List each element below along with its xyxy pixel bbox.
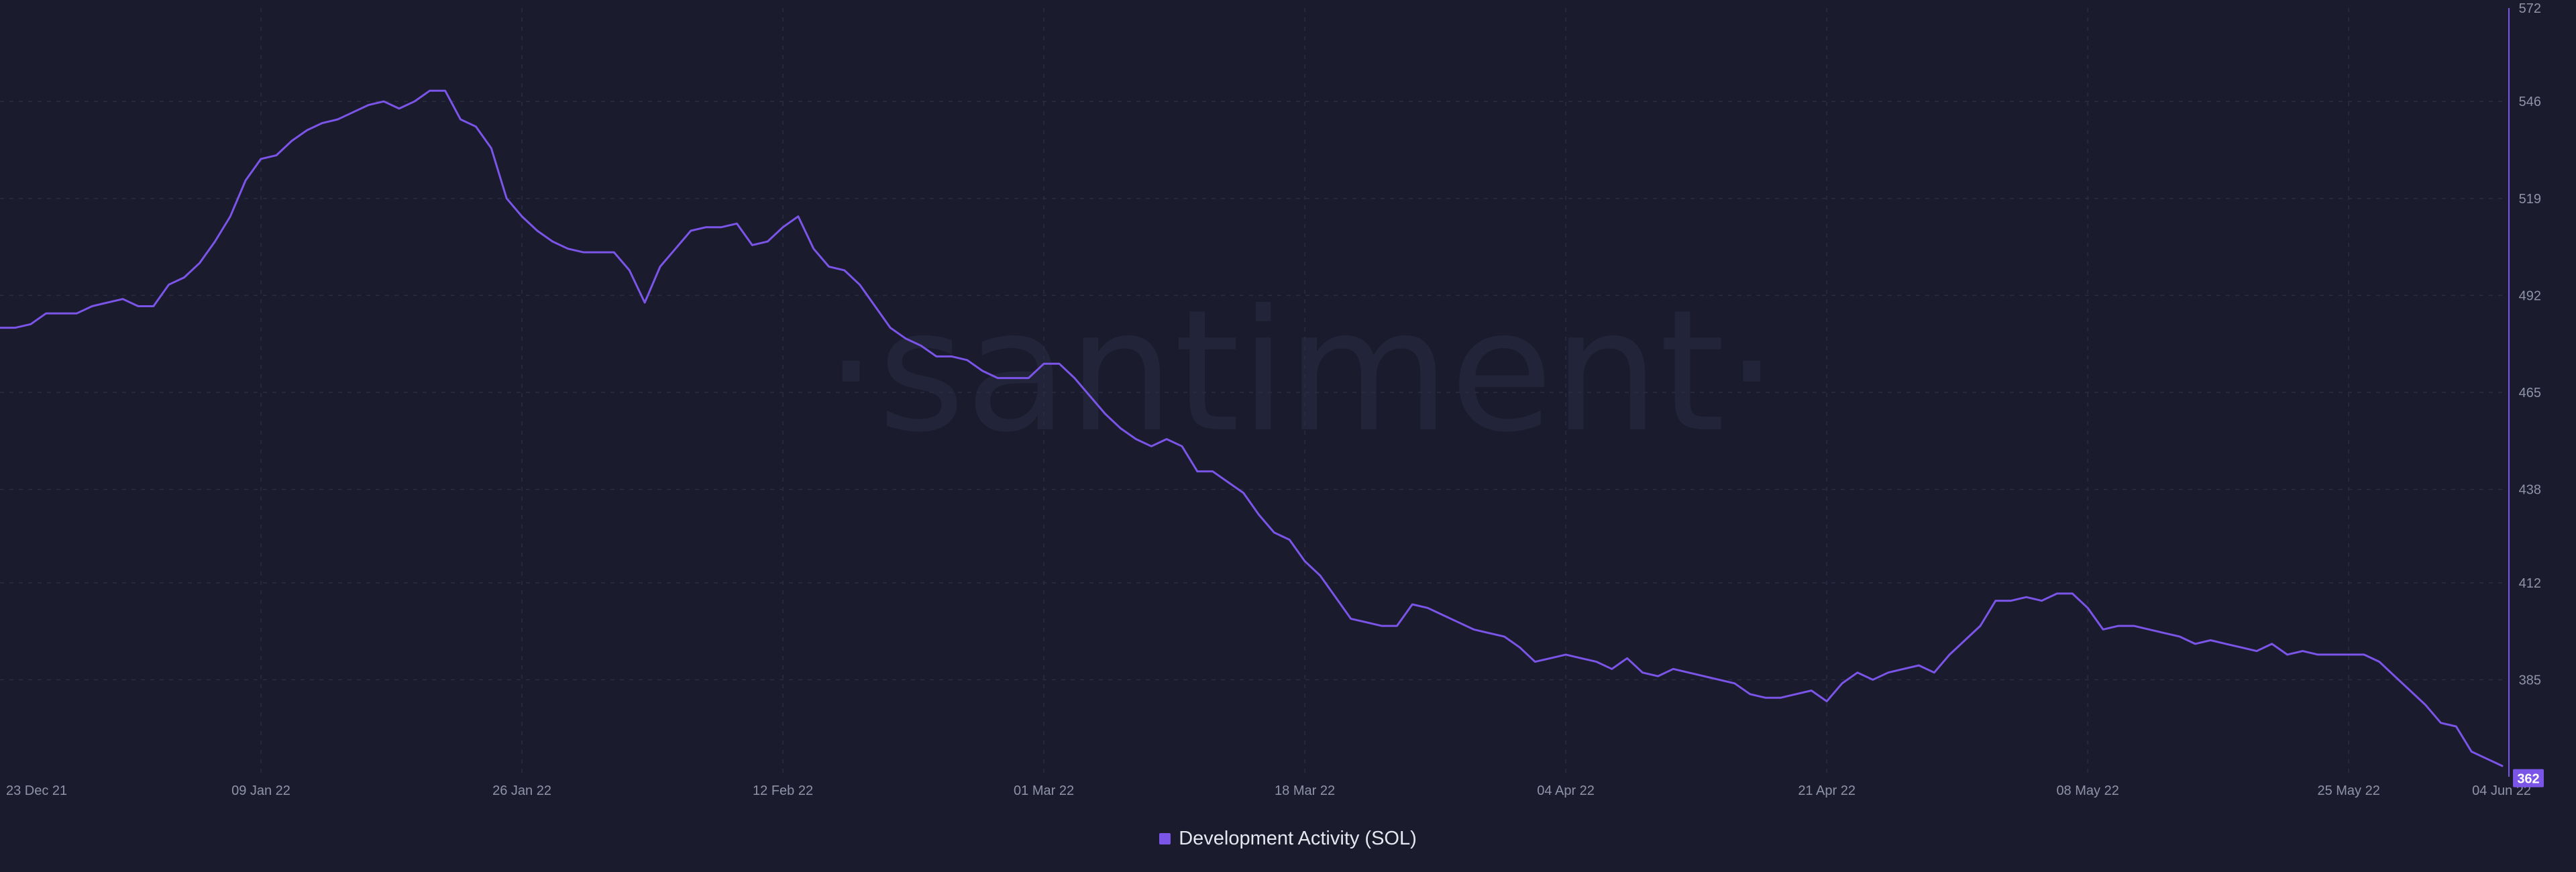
y-tick-label: 519	[2519, 192, 2541, 207]
y-tick-label: 385	[2519, 673, 2541, 688]
legend-label: Development Activity (SOL)	[1179, 827, 1417, 849]
legend-swatch	[1159, 832, 1171, 844]
x-tick-label: 23 Dec 21	[6, 783, 67, 798]
y-tick-label: 465	[2519, 386, 2541, 400]
y-tick-label: 546	[2519, 95, 2541, 109]
chart-legend: Development Activity (SOL)	[0, 824, 2576, 853]
x-tick-label: 01 Mar 22	[1014, 783, 1074, 798]
x-tick-label: 12 Feb 22	[753, 783, 813, 798]
last-value-badge: 362	[2513, 769, 2544, 787]
x-axis-ticks: 23 Dec 21 09 Jan 22 26 Jan 22 12 Feb 22 01 M…	[6, 783, 2531, 798]
y-tick-label: 492	[2519, 288, 2541, 303]
y-tick-label: 438	[2519, 483, 2541, 498]
x-tick-label: 25 May 22	[2317, 783, 2379, 798]
grid-lines	[0, 8, 2502, 777]
x-tick-label: 09 Jan 22	[231, 783, 290, 798]
last-value-badge-text: 362	[2517, 772, 2539, 787]
y-axis-ticks: 358385412438465492519546572	[2519, 1, 2541, 785]
legend-item-development-activity[interactable]: Development Activity (SOL)	[1159, 828, 1417, 850]
x-tick-label: 21 Apr 22	[1798, 783, 1856, 798]
x-tick-label: 26 Jan 22	[492, 783, 551, 798]
x-tick-label: 08 May 22	[2056, 783, 2118, 798]
development-activity-chart: ·santiment· 358385412438465492519546572 …	[0, 1, 2544, 798]
x-tick-label: 18 Mar 22	[1275, 783, 1335, 798]
chart-watermark: ·santiment·	[824, 274, 1778, 469]
y-tick-label: 572	[2519, 1, 2541, 16]
y-tick-label: 412	[2519, 576, 2541, 591]
x-tick-label: 04 Apr 22	[1537, 783, 1595, 798]
